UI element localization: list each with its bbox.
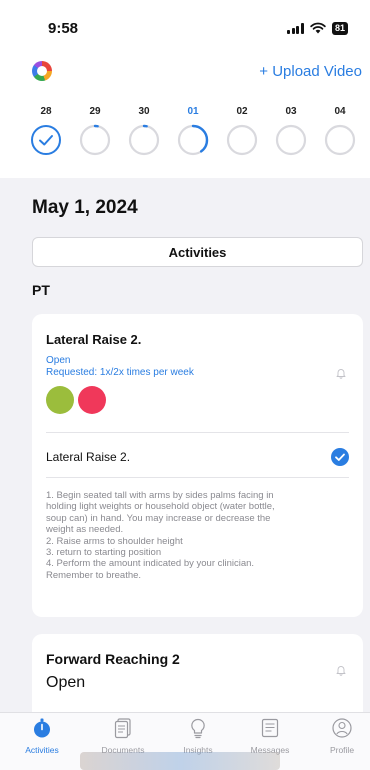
tab-label: Activities — [25, 745, 59, 755]
instruction-line: Remember to breathe. — [46, 569, 142, 581]
insights-icon — [191, 718, 205, 739]
instruction-line: holding light weights or household objec… — [46, 501, 275, 513]
check-icon[interactable] — [331, 448, 349, 466]
day-progress-ring — [79, 124, 111, 156]
tab-activities[interactable]: Activities — [12, 717, 72, 755]
day-04[interactable]: 04 — [324, 106, 356, 156]
day-selector: 28 29 30 01 02 03 04 — [30, 106, 370, 166]
day-progress-ring — [324, 124, 356, 156]
instruction-line: soup can) in hand. You may increase or d… — [46, 512, 271, 524]
day-number: 30 — [138, 106, 150, 117]
day-30[interactable]: 30 — [128, 106, 160, 156]
bell-icon[interactable] — [335, 664, 347, 676]
day-03[interactable]: 03 — [275, 106, 307, 156]
divider — [46, 477, 349, 478]
day-28[interactable]: 28 — [30, 106, 62, 156]
app-header: + Upload Video — [0, 56, 370, 86]
section-label: PT — [32, 282, 50, 298]
tab-profile[interactable]: Profile — [312, 717, 370, 755]
instruction-line: 3. return to starting position — [46, 547, 162, 559]
divider — [46, 432, 349, 433]
instruction-line: weight as needed. — [46, 524, 124, 536]
day-progress-ring — [226, 124, 258, 156]
instruction-line: 1. Begin seated tall with arms by sides … — [46, 490, 274, 501]
tab-documents[interactable]: Documents — [93, 717, 153, 755]
status-dot-red — [78, 386, 106, 414]
day-progress-ring — [177, 124, 209, 156]
tab-messages[interactable]: Messages — [240, 717, 300, 755]
activity-title: Lateral Raise 2. — [46, 332, 142, 347]
messages-icon — [261, 718, 279, 738]
day-number: 02 — [236, 106, 248, 117]
bell-icon[interactable] — [335, 367, 347, 379]
status-bar: 9:58 81 — [0, 0, 370, 56]
day-number: 03 — [285, 106, 297, 117]
profile-icon — [332, 718, 352, 738]
activity-card[interactable]: Lateral Raise 2. Open Requested: 1x/2x t… — [32, 314, 363, 617]
date-title: May 1, 2024 — [32, 197, 138, 218]
day-01[interactable]: 01 — [177, 106, 209, 156]
activity-status: Open — [46, 355, 71, 366]
activity-title: Forward Reaching 2 — [46, 651, 180, 667]
instruction-line: 4. Perform the amount indicated by your … — [46, 558, 255, 570]
check-icon — [39, 135, 53, 146]
activities-segment[interactable]: Activities — [32, 237, 363, 267]
day-02[interactable]: 02 — [226, 106, 258, 156]
status-time: 9:58 — [48, 19, 79, 37]
signal-icon — [287, 22, 304, 34]
status-icons: 81 — [287, 21, 348, 35]
day-number: 28 — [40, 106, 52, 117]
status-dot-green — [46, 386, 74, 414]
upload-video-button[interactable]: + Upload Video — [259, 63, 362, 80]
day-number: 04 — [334, 106, 346, 117]
tab-insights[interactable]: Insights — [168, 717, 228, 755]
day-progress-ring — [30, 124, 62, 156]
day-number: 01 — [187, 106, 199, 117]
app-logo-icon[interactable] — [32, 61, 52, 81]
instruction-line: 2. Raise arms to shoulder height — [46, 535, 183, 547]
day-progress-ring — [275, 124, 307, 156]
tab-label: Profile — [329, 745, 355, 755]
video-preview-overlay — [80, 752, 280, 770]
activity-status: Open — [46, 674, 86, 691]
documents-icon — [114, 718, 131, 739]
wifi-icon — [310, 22, 326, 34]
day-29[interactable]: 29 — [79, 106, 111, 156]
exercise-instructions: 1. Begin seated tall with arms by sides … — [46, 490, 349, 581]
activity-requested: Requested: 1x/2x times per week — [46, 367, 194, 378]
activities-icon — [34, 718, 50, 738]
day-progress-ring — [128, 124, 160, 156]
battery-icon: 81 — [331, 21, 348, 35]
top-header: 9:58 81 + Upload Video 28 29 30 01 02 03 04 — [0, 0, 370, 178]
exercise-name: Lateral Raise 2. — [46, 450, 131, 464]
day-number: 29 — [89, 106, 101, 117]
